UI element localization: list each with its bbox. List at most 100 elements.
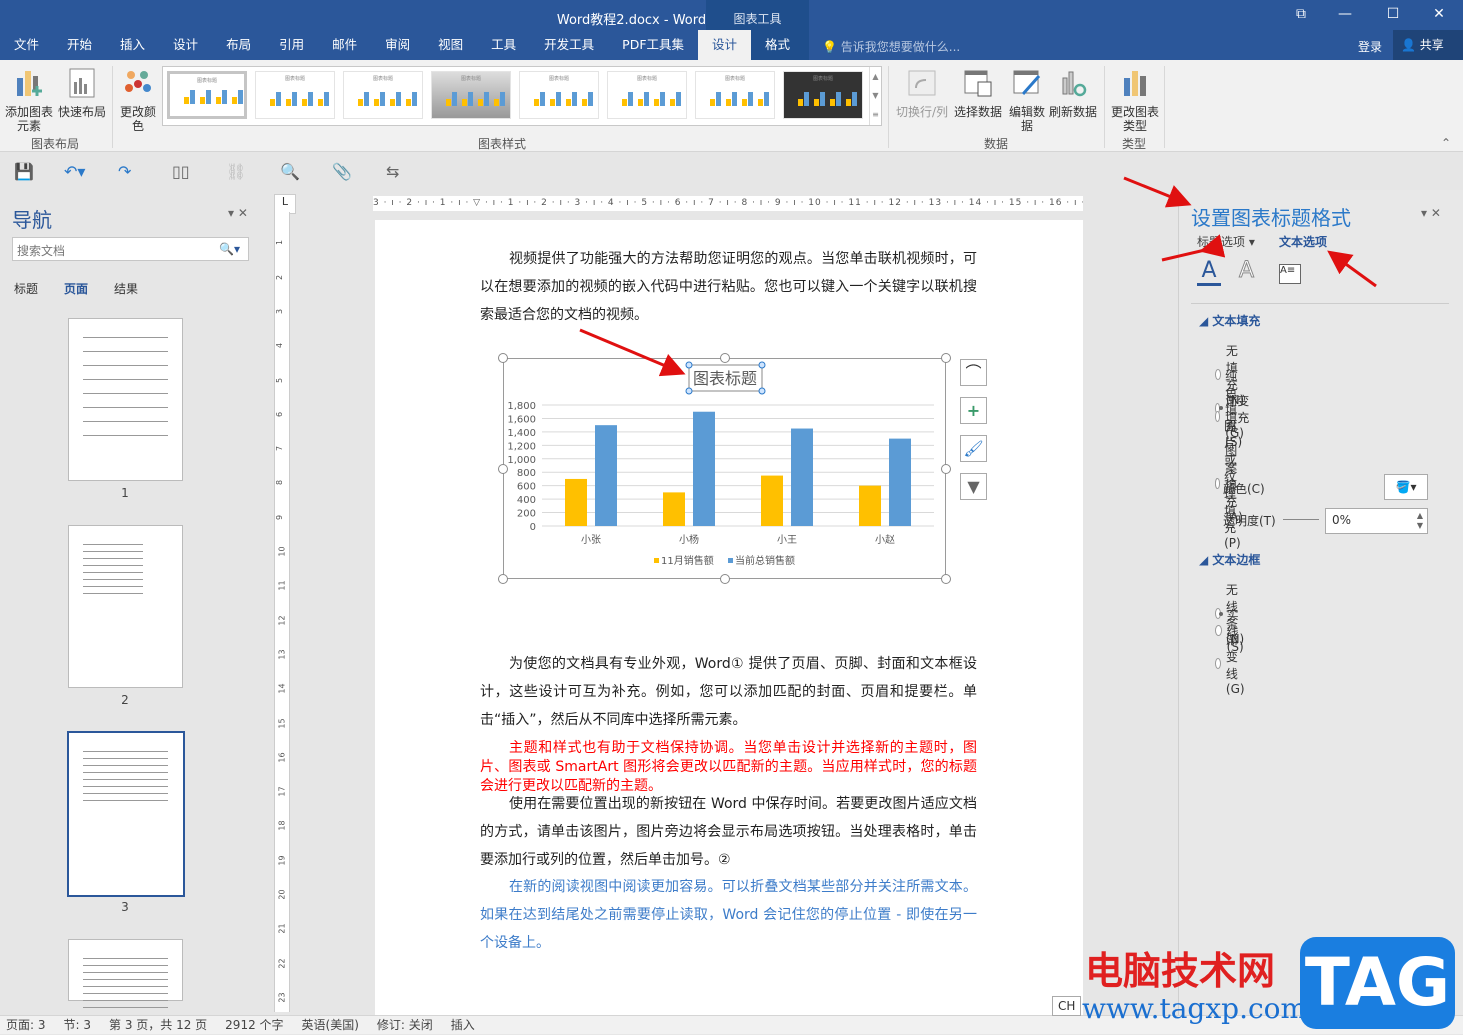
document-page[interactable]: 视频提供了功能强大的方法帮助您证明您的观点。当您单击联机视频时，可以在想要添加的… (375, 220, 1083, 1015)
ribbon-display-button[interactable]: ⧉ (1286, 6, 1316, 22)
print-preview-icon[interactable]: 🔍 (280, 162, 300, 181)
text-outline-icon[interactable]: A (1238, 258, 1254, 284)
attach-icon[interactable]: 📎 (332, 162, 352, 181)
login-link[interactable]: 登录 (1358, 38, 1382, 55)
resize-handle[interactable] (941, 353, 951, 363)
status-page[interactable]: 页面: 3 (6, 1016, 46, 1034)
text-fill-icon[interactable]: A (1197, 258, 1221, 286)
save-icon[interactable]: 💾 (14, 162, 34, 181)
resize-handle[interactable] (720, 353, 730, 363)
status-words[interactable]: 2912 个字 (225, 1016, 283, 1034)
tab-results[interactable]: 结果 (114, 280, 138, 297)
tab-7[interactable]: 审阅 (371, 30, 424, 60)
tab-stop-selector[interactable]: L (274, 194, 296, 214)
section-text-fill[interactable]: ◢ 文本填充 (1199, 312, 1260, 329)
redo-icon[interactable]: ↷ (118, 162, 131, 181)
search-icon[interactable]: 🔍▾ (219, 242, 240, 256)
tab-1[interactable]: 开始 (53, 30, 106, 60)
tab-4[interactable]: 布局 (212, 30, 265, 60)
status-insert-mode[interactable]: 插入 (451, 1016, 475, 1034)
change-chart-type-button[interactable]: 更改图表类型 (1108, 64, 1162, 133)
switch-row-column-button[interactable]: 切换行/列 (894, 64, 950, 119)
tab-headings[interactable]: 标题 (14, 280, 38, 297)
edit-data-button[interactable]: 编辑数据 (1006, 64, 1048, 133)
share-button[interactable]: 👤 共享 (1393, 30, 1463, 60)
radio-icon[interactable] (1215, 658, 1221, 669)
gallery-scroll[interactable]: ▲ ▼ ≡ (869, 67, 881, 125)
spinner-icon[interactable]: ▲ ▼ (1417, 511, 1423, 531)
tab-11[interactable]: PDF工具集 (608, 30, 698, 60)
layout-options-button[interactable]: ⌒ (960, 359, 987, 386)
quick-layout-button[interactable]: 快速布局 (58, 64, 106, 119)
add-chart-element-button[interactable]: 添加图表元素 (2, 64, 56, 133)
chart[interactable]: 0 200 400 600 800 1,000 1,200 1,400 1,600 1,800 小张… (498, 353, 951, 584)
minimize-button[interactable]: — (1330, 6, 1360, 22)
textbox-icon[interactable]: A≡ (1279, 264, 1301, 284)
chart-style-option[interactable]: 图表标题 (255, 71, 335, 119)
horizontal-ruler[interactable]: 3 · ı · 2 · ı · 1 · ı · ▽ · ı · 1 · ı · … (373, 196, 1083, 211)
tab-5[interactable]: 引用 (265, 30, 318, 60)
compare-icon[interactable]: ⇆ (386, 162, 399, 181)
chart-styles-button[interactable]: 🖌 (960, 435, 987, 462)
radio-icon[interactable] (1215, 477, 1221, 489)
tab-9[interactable]: 工具 (477, 30, 530, 60)
chart-style-option[interactable]: 图表标题 (343, 71, 423, 119)
tab-10[interactable]: 开发工具 (530, 30, 608, 60)
page-thumbnail-3[interactable] (67, 731, 185, 897)
page-thumbnail-4[interactable] (68, 939, 183, 1008)
tab-title-options[interactable]: 标题选项 ▾ (1197, 233, 1255, 250)
window-title: Word教程2.docx - Word (556, 13, 707, 28)
resize-handle[interactable] (498, 353, 508, 363)
divider (888, 66, 889, 148)
tab-pages[interactable]: 页面 (64, 280, 88, 297)
tab-3[interactable]: 设计 (159, 30, 212, 60)
refresh-data-button[interactable]: 刷新数据 (1048, 64, 1098, 119)
resize-handle[interactable] (498, 464, 508, 474)
resize-handle[interactable] (941, 464, 951, 474)
page-thumbnail-2[interactable] (68, 525, 183, 688)
change-colors-button[interactable]: 更改颜色 (116, 64, 160, 133)
ime-indicator[interactable]: CH (1052, 996, 1082, 1016)
color-picker-button[interactable]: 🪣▾ (1384, 474, 1428, 500)
resize-handle[interactable] (720, 574, 730, 584)
status-pages[interactable]: 第 3 页，共 12 页 (109, 1016, 207, 1034)
link-icon[interactable]: ⛓ (226, 162, 246, 181)
transparency-slider[interactable] (1283, 519, 1319, 520)
tab-6[interactable]: 邮件 (318, 30, 371, 60)
collapse-ribbon-icon[interactable]: ⌃ (1441, 136, 1451, 150)
tab-13[interactable]: 格式 (751, 30, 804, 60)
tab-0[interactable]: 文件 (0, 30, 53, 60)
two-pages-icon[interactable]: ▯▯ (172, 162, 190, 181)
chart-style-option[interactable]: 图表标题 (783, 71, 863, 119)
select-data-button[interactable]: 选择数据 (952, 64, 1004, 119)
chart-elements-button[interactable]: + (960, 397, 987, 424)
status-track-changes[interactable]: 修订: 关闭 (377, 1016, 433, 1034)
tell-me-search[interactable]: 💡 告诉我您想要做什么... (822, 38, 960, 55)
tab-2[interactable]: 插入 (106, 30, 159, 60)
nav-search-input[interactable]: 搜索文档 🔍▾ (12, 237, 249, 261)
tab-text-options[interactable]: 文本选项 (1279, 233, 1327, 250)
chart-style-option[interactable]: 图表标题 (695, 71, 775, 119)
radio-option[interactable]: 渐变线(G) (1215, 631, 1250, 696)
transparency-input[interactable]: 0% ▲ ▼ (1325, 508, 1428, 534)
status-section[interactable]: 节: 3 (64, 1016, 92, 1034)
maximize-button[interactable]: ☐ (1378, 6, 1408, 22)
thumb-line (83, 986, 168, 987)
chart-style-option[interactable]: 图表标题 (167, 71, 247, 119)
undo-icon[interactable]: ↶▾ (64, 162, 85, 181)
resize-handle[interactable] (941, 574, 951, 584)
pane-close-icon[interactable]: ▾ ✕ (1421, 206, 1441, 220)
tab-12[interactable]: 设计 (698, 30, 752, 60)
tab-8[interactable]: 视图 (424, 30, 477, 60)
chart-filters-button[interactable]: ▼ (960, 473, 987, 500)
status-language[interactable]: 英语(美国) (302, 1016, 359, 1034)
resize-handle[interactable] (498, 574, 508, 584)
brush-icon: 🖌 (963, 439, 984, 458)
section-text-border[interactable]: ◢ 文本边框 (1199, 551, 1260, 568)
chart-style-option[interactable]: 图表标题 (519, 71, 599, 119)
page-thumbnail-1[interactable] (68, 318, 183, 481)
chart-style-option[interactable]: 图表标题 (431, 71, 511, 119)
nav-options-icon[interactable]: ▾ ✕ (228, 206, 248, 220)
close-button[interactable]: ✕ (1424, 6, 1454, 22)
chart-style-option[interactable]: 图表标题 (607, 71, 687, 119)
